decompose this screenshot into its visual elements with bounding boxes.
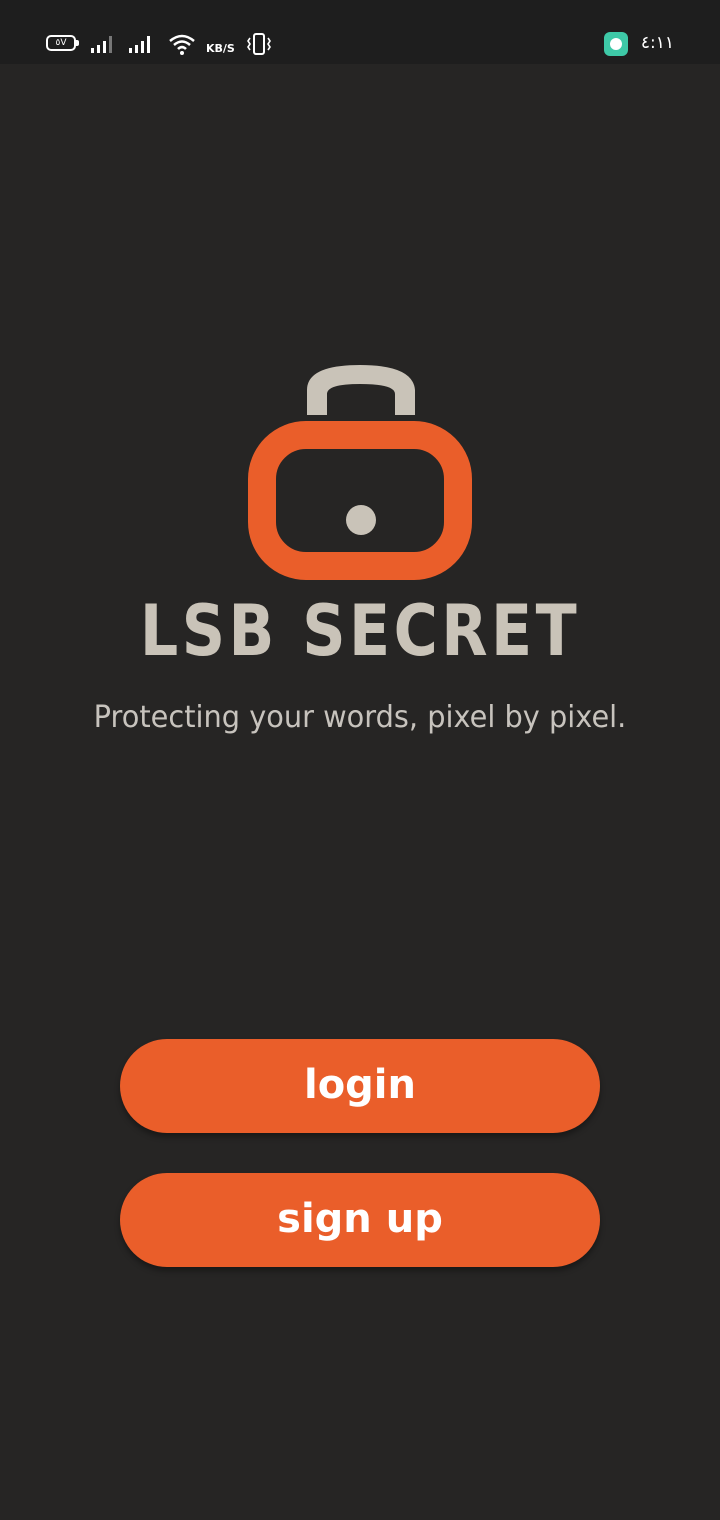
tagline: Protecting your words, pixel by pixel. <box>93 700 627 735</box>
clock: ٤:١١ <box>640 33 674 53</box>
cell-signal-icon <box>129 36 150 53</box>
sign-up-button[interactable]: sign up <box>120 1173 600 1267</box>
cell-signal-icon <box>91 36 112 53</box>
welcome-screen: ٥V KB/S ٤:١١ LSB SECRET Protecting your … <box>0 0 720 1520</box>
network-speed: KB/S <box>206 42 235 55</box>
wifi-icon <box>169 34 195 55</box>
app-title: LSB SECRET <box>139 590 581 672</box>
status-bar: ٥V KB/S ٤:١١ <box>0 0 720 64</box>
login-button[interactable]: login <box>120 1039 600 1133</box>
battery-level: ٥V <box>55 38 67 48</box>
padlock-logo <box>248 365 472 580</box>
app-notification-icon <box>604 32 628 56</box>
battery-icon: ٥V <box>46 35 79 51</box>
vibrate-icon <box>247 33 271 55</box>
